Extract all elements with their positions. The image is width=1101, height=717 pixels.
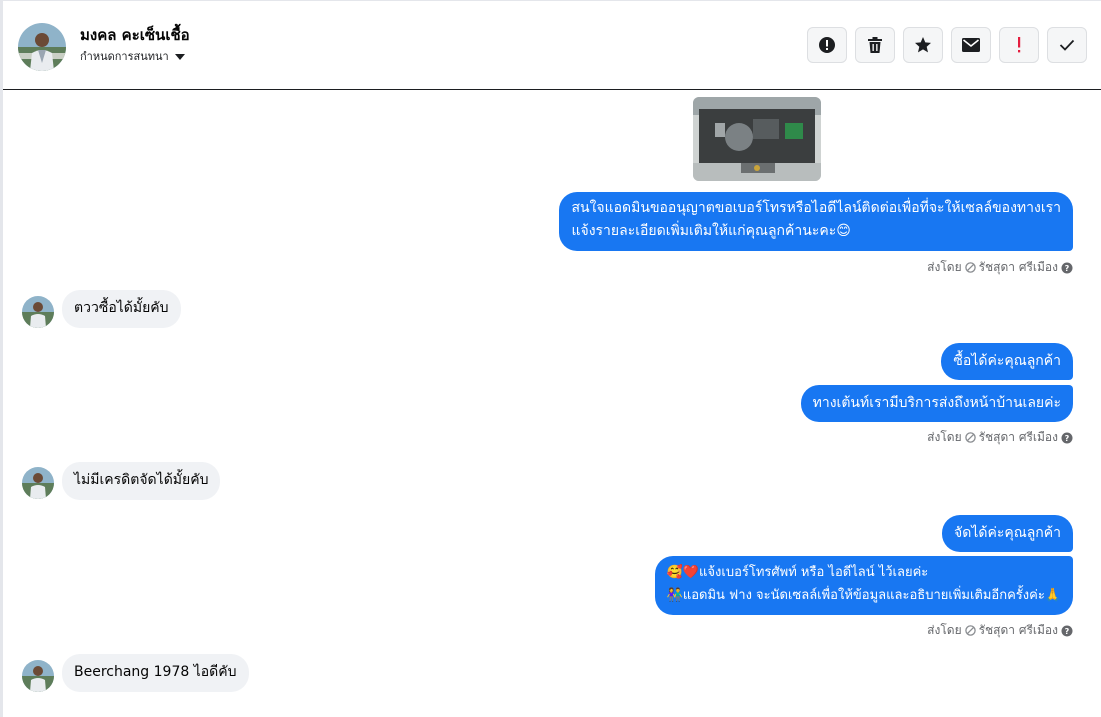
outgoing-message: จัดได้ค่ะคุณลูกค้า [942,515,1073,552]
outgoing-message: สนใจแอดมินขออนุญาตขอเบอร์โทรหรือไอดีไลน์… [559,192,1073,251]
star-icon [915,37,931,53]
incoming-message: ไม่มีเครดิตจัดได้มั้ยคับ [62,462,221,500]
help-icon[interactable]: ? [1061,262,1073,274]
message-text: 🥰❤️แจ้งเบอร์โทรศัพท์ หรือ ไอดีไลน์ ไว้เล… [666,565,929,580]
svg-text:?: ? [1065,434,1070,443]
mark-important-button[interactable] [807,27,847,63]
message-text: แจ้งรายละเอียดเพิ่มเติมให้แก่คุณลูกค้านะ… [571,223,851,239]
sent-by-label: ส่งโดย รัชสุดา ศรีเมือง ? [927,621,1073,640]
sent-by-label: ส่งโดย รัชสุดา ศรีเมือง ? [927,428,1073,447]
agent-name[interactable]: รัชสุดา ศรีเมือง [979,428,1058,447]
outgoing-message: ทางเต้นท์เรามีบริการส่งถึงหน้าบ้านเลยค่ะ [800,385,1073,422]
message-text: จัดได้ค่ะคุณลูกค้า [954,525,1061,541]
star-button[interactable] [903,27,943,63]
delete-button[interactable] [855,27,895,63]
alert-circle-icon [819,37,835,53]
message-text: 👫แอดมิน ฟาง จะนัดเซลล์เพื่อให้ข้อมูลและอ… [666,588,1061,603]
left-divider [0,0,3,717]
outgoing-message: 🥰❤️แจ้งเบอร์โทรศัพท์ หรือ ไอดีไลน์ ไว้เล… [654,556,1073,615]
agent-name[interactable]: รัชสุดา ศรีเมือง [979,258,1058,277]
blocked-circle-icon [964,625,976,636]
sender-avatar[interactable] [22,296,54,328]
exclamation-icon [1018,37,1021,53]
mark-unread-button[interactable] [951,27,991,63]
sent-by-prefix: ส่งโดย [927,623,962,637]
svg-text:?: ? [1065,627,1070,636]
sent-by-prefix: ส่งโดย [927,430,962,444]
envelope-icon [962,38,980,52]
svg-text:?: ? [1065,264,1070,273]
blocked-circle-icon [964,262,976,273]
sender-avatar[interactable] [22,660,54,692]
blocked-circle-icon [964,432,976,443]
spam-button[interactable] [999,27,1039,63]
agent-name[interactable]: รัชสุดา ศรีเมือง [979,621,1058,640]
conversation-header: มงคล คะเซ็นเชื้อ กำหนดการสนทนา [3,1,1101,89]
contact-name: มงคล คะเซ็นเชื้อ [80,26,190,44]
done-button[interactable] [1047,27,1087,63]
outgoing-message: ซื้อได้ค่ะคุณลูกค้า [941,343,1073,380]
message-text: ไม่มีเครดิตจัดได้มั้ยคับ [74,472,209,488]
trash-icon [868,37,882,53]
message-text: Beerchang 1978 ไอดีคับ [74,664,237,680]
message-text: ซื้อได้ค่ะคุณลูกค้า [953,353,1061,369]
help-icon[interactable]: ? [1061,625,1073,637]
incoming-message: Beerchang 1978 ไอดีคับ [62,654,249,692]
check-icon [1059,39,1075,51]
image-attachment[interactable] [693,97,821,181]
sent-by-prefix: ส่งโดย [927,260,962,274]
incoming-message: ตววซื้อได้มั้ยคับ [62,290,181,328]
avatar[interactable] [18,23,66,71]
caret-down-icon [174,53,185,60]
conversation-schedule-dropdown[interactable]: กำหนดการสนทนา [80,47,185,65]
conversation-schedule-label: กำหนดการสนทนา [80,50,169,63]
help-icon[interactable]: ? [1061,432,1073,444]
header-divider [3,89,1101,90]
message-text: สนใจแอดมินขออนุญาตขอเบอร์โทรหรือไอดีไลน์… [571,200,1061,216]
conversation-view: มงคล คะเซ็นเชื้อ กำหนดการสนทนา สนใจแอดมิ… [0,0,1101,717]
message-text: ทางเต้นท์เรามีบริการส่งถึงหน้าบ้านเลยค่ะ [812,395,1061,411]
sender-avatar[interactable] [22,467,54,499]
message-text: ตววซื้อได้มั้ยคับ [74,300,169,316]
sent-by-label: ส่งโดย รัชสุดา ศรีเมือง ? [927,258,1073,277]
